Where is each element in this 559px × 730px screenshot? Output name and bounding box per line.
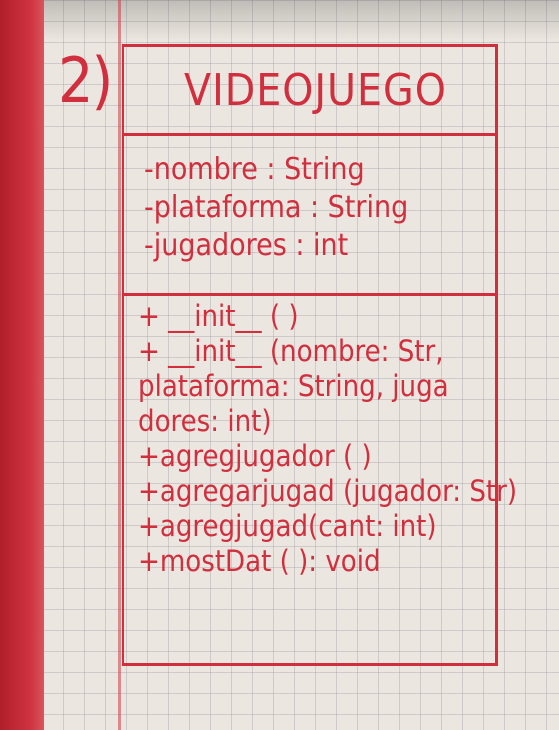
exercise-number: 2): [58, 44, 113, 117]
method-init-params-cont-2: dores: int): [138, 404, 272, 438]
class-name: VIDEOJUEGO: [184, 65, 447, 116]
notebook-binding: [0, 0, 44, 730]
method-mostdat: +mostDat ( ): void: [138, 544, 381, 578]
attributes-section: -nombre : String -plataforma : String -j…: [144, 151, 408, 265]
attribute-nombre: -nombre : String: [144, 152, 365, 187]
method-init-empty: + __init__ ( ): [138, 299, 299, 333]
margin-line: [118, 0, 121, 730]
attributes-separator: [124, 293, 495, 296]
methods-section: + __init__ ( ) + __init__ (nombre: Str, …: [138, 299, 518, 579]
method-init-params-cont-1: plataforma: String, juga: [138, 369, 449, 403]
header-separator: [124, 133, 495, 136]
attribute-jugadores: -jugadores : int: [144, 228, 349, 263]
method-agregjugad-cant: +agregjugad(cant: int): [138, 509, 437, 543]
method-agregarjugad: +agregarjugad (jugador: Str): [138, 474, 518, 508]
method-agregjugador: +agregjugador ( ): [138, 439, 372, 473]
method-init-params: + __init__ (nombre: Str,: [138, 334, 444, 368]
uml-class-box: VIDEOJUEGO -nombre : String -plataforma …: [122, 44, 518, 666]
page-shadow: [0, 0, 559, 40]
attribute-plataforma: -plataforma : String: [144, 190, 409, 225]
